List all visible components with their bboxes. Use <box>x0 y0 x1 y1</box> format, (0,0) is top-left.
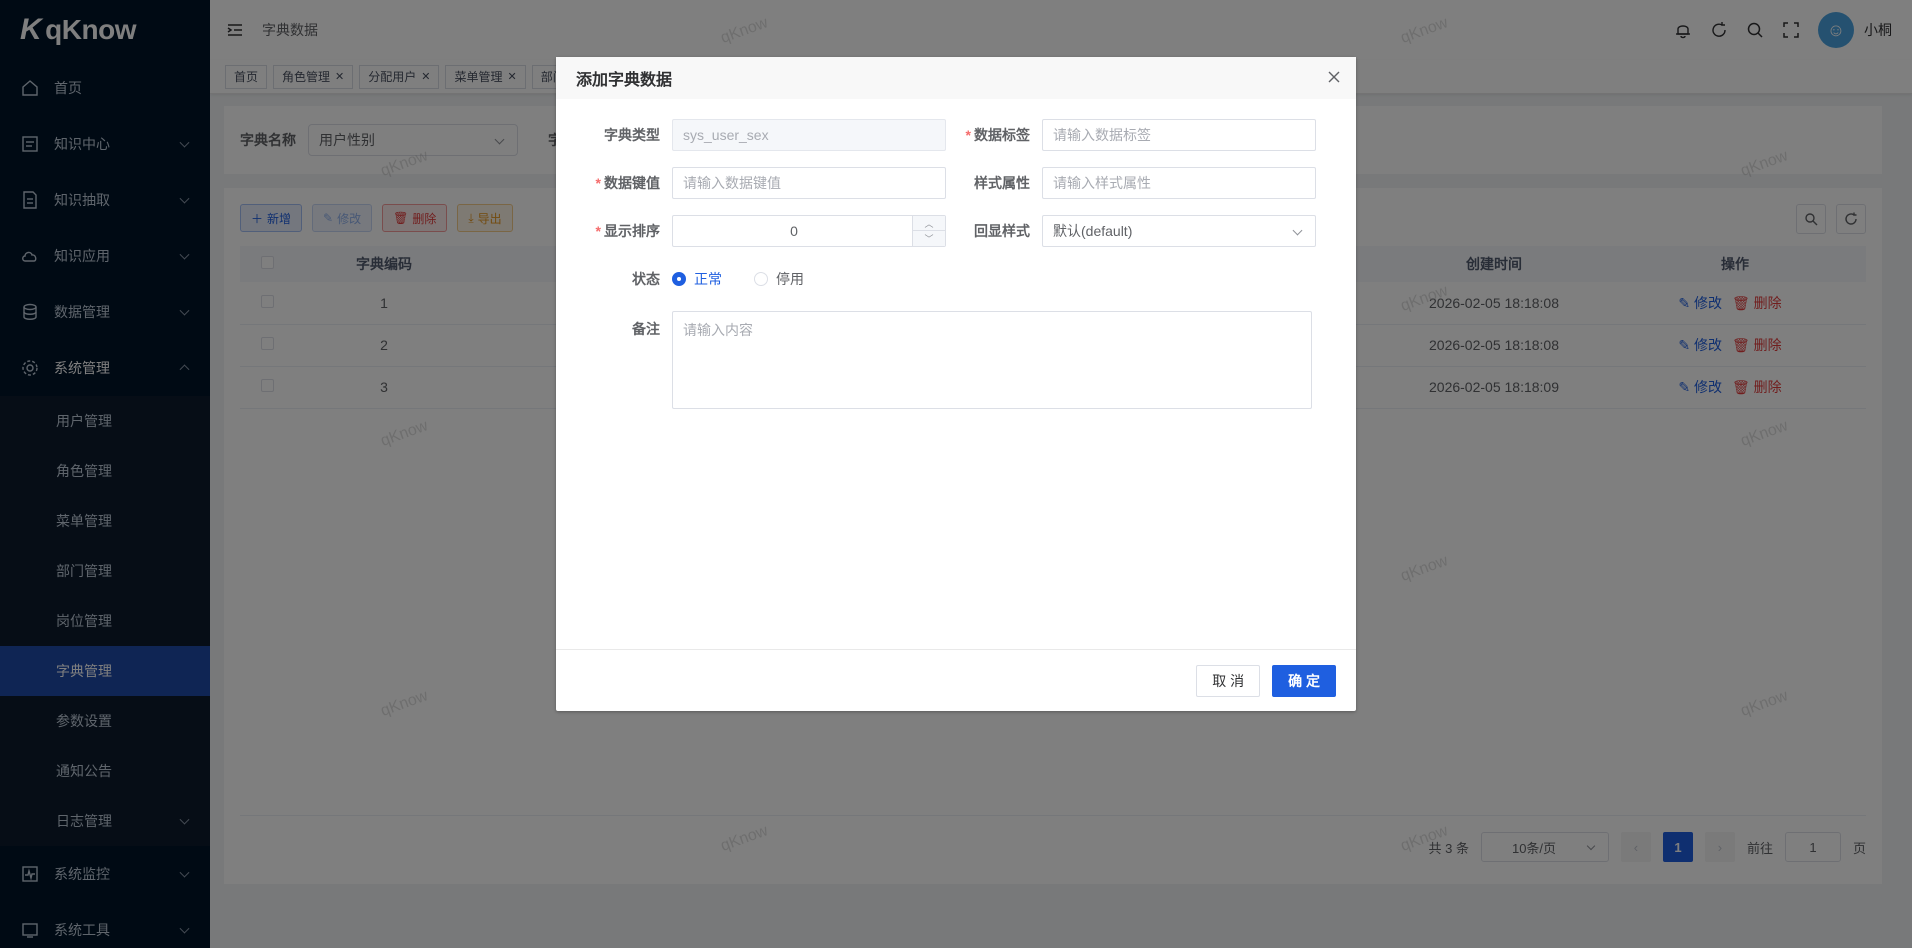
sort-label: * 显示排序 <box>576 221 672 241</box>
dialog-header: 添加字典数据 <box>556 57 1356 99</box>
css-class-label: 样式属性 <box>974 175 1030 191</box>
css-class-placeholder: 请输入样式属性 <box>1053 175 1151 191</box>
form-row: * 数据键值 请输入数据键值 样式属性 请输入样式属性 <box>576 167 1316 199</box>
close-icon[interactable] <box>1326 69 1342 85</box>
remark-textarea[interactable]: 请输入内容 <box>672 311 1312 409</box>
data-value-label: * 数据键值 <box>576 173 672 193</box>
form-row: 状态 正常 停用 <box>576 263 1316 295</box>
confirm-button[interactable]: 确 定 <box>1272 664 1336 697</box>
dialog-body: 字典类型 sys_user_sex * 数据标签 请输入数据标签 * 数据键值 请输… <box>556 99 1356 649</box>
sort-value[interactable]: 0 <box>673 223 945 239</box>
required-mark: * <box>595 175 601 191</box>
cancel-button[interactable]: 取 消 <box>1196 664 1261 697</box>
status-normal-label: 正常 <box>694 271 722 287</box>
sort-text: 显示排序 <box>604 223 660 239</box>
sort-stepper[interactable]: 0 ︿ ﹀ <box>672 215 946 247</box>
radio-dot <box>754 272 768 286</box>
data-value-text: 数据键值 <box>604 175 660 191</box>
radio-dot <box>672 272 686 286</box>
status-normal-radio[interactable]: 正常 <box>672 269 722 289</box>
decrement-icon[interactable]: ﹀ <box>913 231 945 246</box>
stepper-buttons: ︿ ﹀ <box>912 216 945 246</box>
status-disabled-radio[interactable]: 停用 <box>754 269 804 289</box>
form-row: * 显示排序 0 ︿ ﹀ 回显样式 默认(default) <box>576 215 1316 247</box>
data-label-placeholder: 请输入数据标签 <box>1053 127 1151 143</box>
css-class-input[interactable]: 请输入样式属性 <box>1042 167 1316 199</box>
dict-type-label: 字典类型 <box>604 127 660 143</box>
list-class-field: 回显样式 默认(default) <box>946 215 1316 247</box>
chevron-down-icon <box>1292 225 1303 236</box>
increment-icon[interactable]: ︿ <box>913 216 945 231</box>
required-mark: * <box>965 127 971 143</box>
data-value-input[interactable]: 请输入数据键值 <box>672 167 946 199</box>
dialog-footer: 取 消 确 定 <box>556 649 1356 711</box>
data-label-label: * 数据标签 <box>946 125 1042 145</box>
form-row: 备注 请输入内容 <box>576 311 1316 409</box>
data-label-input[interactable]: 请输入数据标签 <box>1042 119 1316 151</box>
data-label-field: * 数据标签 请输入数据标签 <box>946 119 1316 151</box>
data-value-field: * 数据键值 请输入数据键值 <box>576 167 946 199</box>
data-value-placeholder: 请输入数据键值 <box>683 175 781 191</box>
remark-placeholder: 请输入内容 <box>683 322 753 338</box>
list-class-label: 回显样式 <box>974 223 1030 239</box>
status-label: 状态 <box>632 271 660 287</box>
dict-type-input: sys_user_sex <box>672 119 946 151</box>
sort-field: * 显示排序 0 ︿ ﹀ <box>576 215 946 247</box>
status-disabled-label: 停用 <box>776 271 804 287</box>
required-mark: * <box>595 223 601 239</box>
dict-type-field: 字典类型 sys_user_sex <box>576 119 946 151</box>
data-label-text: 数据标签 <box>974 127 1030 143</box>
list-class-select[interactable]: 默认(default) <box>1042 215 1316 247</box>
list-class-value: 默认(default) <box>1053 223 1133 239</box>
remark-label: 备注 <box>632 321 660 337</box>
add-dict-data-dialog: 添加字典数据 字典类型 sys_user_sex * 数据标签 请输入数据标签 *… <box>556 57 1356 711</box>
dialog-title: 添加字典数据 <box>576 72 673 89</box>
css-class-field: 样式属性 请输入样式属性 <box>946 167 1316 199</box>
form-row: 字典类型 sys_user_sex * 数据标签 请输入数据标签 <box>576 119 1316 151</box>
